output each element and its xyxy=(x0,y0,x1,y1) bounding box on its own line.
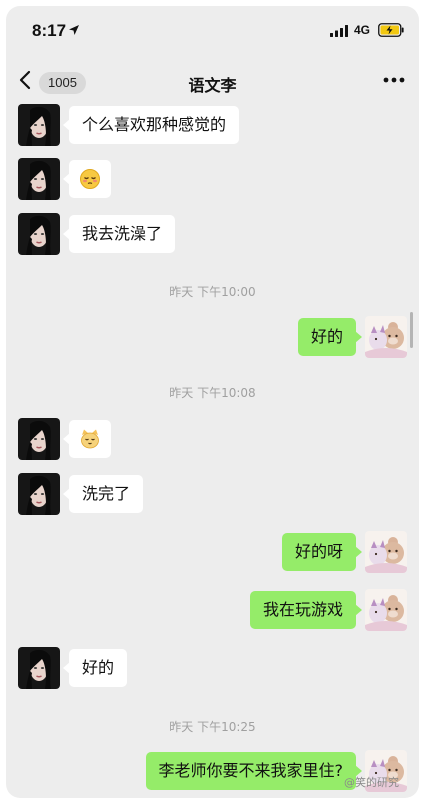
woman-portrait-icon xyxy=(18,473,60,515)
contact-avatar[interactable] xyxy=(18,647,60,689)
status-time: 8:17 xyxy=(32,21,67,40)
message-bubble[interactable]: 李老师你要不来我家里住? xyxy=(145,752,362,790)
emoji-bubble[interactable] xyxy=(63,420,111,458)
network-type: 4G xyxy=(354,23,371,37)
message-bubble[interactable]: 我在玩游戏 xyxy=(249,591,363,629)
scrollbar[interactable] xyxy=(410,312,413,348)
message-timestamp: 昨天 下午10:00 xyxy=(169,285,256,299)
more-dots-icon[interactable] xyxy=(383,74,405,86)
message-bubble[interactable]: 个么喜欢那种感觉的 xyxy=(62,106,240,144)
message-bubble[interactable]: 好的 xyxy=(62,649,128,687)
woman-portrait-icon xyxy=(18,418,60,460)
emoji-bubble[interactable] xyxy=(63,160,111,198)
watermark: @笑的研究 xyxy=(344,776,399,789)
location-arrow-icon xyxy=(69,25,79,35)
signal-bars-icon xyxy=(330,25,348,37)
status-bar: 8:17 4G xyxy=(6,6,419,54)
battery-charging-icon xyxy=(378,23,404,37)
message-bubble[interactable]: 好的呀 xyxy=(281,533,363,571)
sleepy-face-emoji xyxy=(80,169,100,189)
message-list[interactable]: 个么喜欢那种感觉的 我去洗澡了 昨天 下午10:00 好的 昨天 下午10:08… xyxy=(6,102,419,798)
my-avatar[interactable] xyxy=(365,589,407,631)
woman-portrait-icon xyxy=(18,647,60,689)
contact-avatar[interactable] xyxy=(18,104,60,146)
message-timestamp: 昨天 下午10:25 xyxy=(169,720,256,734)
contact-avatar[interactable] xyxy=(18,473,60,515)
cartoon-bear-icon xyxy=(365,316,407,358)
cartoon-bear-icon xyxy=(365,531,407,573)
woman-portrait-icon xyxy=(18,104,60,146)
my-avatar[interactable] xyxy=(365,316,407,358)
message-timestamp: 昨天 下午10:08 xyxy=(169,386,256,400)
my-avatar[interactable] xyxy=(365,531,407,573)
contact-avatar[interactable] xyxy=(18,418,60,460)
cartoon-bear-icon xyxy=(365,589,407,631)
contact-avatar[interactable] xyxy=(18,213,60,255)
chat-screen: 8:17 4G 1005 语文李 个么喜欢那种感觉的 我去洗澡了 昨天 下午10… xyxy=(6,6,419,798)
chat-title: 语文李 xyxy=(188,76,237,95)
message-bubble[interactable]: 我去洗澡了 xyxy=(62,215,176,253)
woman-portrait-icon xyxy=(18,158,60,200)
nav-bar: 1005 语文李 xyxy=(6,58,419,102)
message-bubble[interactable]: 洗完了 xyxy=(62,475,144,513)
contact-avatar[interactable] xyxy=(18,158,60,200)
message-bubble[interactable]: 好的 xyxy=(297,318,363,356)
woman-portrait-icon xyxy=(18,213,60,255)
cat-face-emoji xyxy=(81,429,99,449)
